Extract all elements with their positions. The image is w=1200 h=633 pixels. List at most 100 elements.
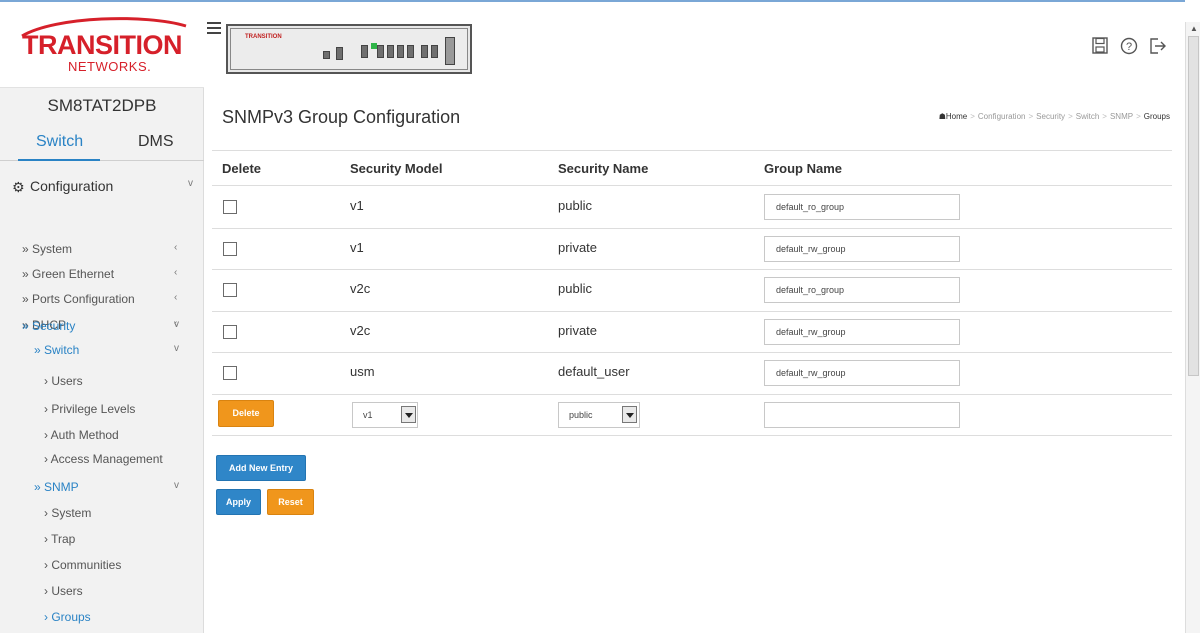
- group-name-input[interactable]: default_rw_group: [764, 318, 960, 345]
- sidebar-item-label: › Users: [44, 374, 83, 388]
- tab-switch[interactable]: Switch: [36, 133, 83, 151]
- sidebar-item-label: » Ports Configuration: [22, 292, 135, 306]
- device-port: [445, 37, 455, 65]
- group-name-input[interactable]: default_rw_group: [764, 235, 960, 262]
- apply-button[interactable]: Apply: [216, 489, 261, 515]
- security-name-cell: default_user: [558, 364, 630, 379]
- security-model-value: v1: [363, 410, 373, 420]
- logo-text: TRANSITION: [22, 30, 183, 60]
- row-divider: [212, 393, 1172, 395]
- page-title: SNMPv3 Group Configuration: [222, 107, 461, 127]
- tab-dms[interactable]: DMS: [138, 133, 174, 151]
- device-port: [431, 45, 438, 58]
- sidebar-item-label: › Users: [44, 584, 83, 598]
- breadcrumb-snmp[interactable]: SNMP: [1110, 112, 1133, 121]
- sidebar-item-label: › Communities: [44, 558, 122, 572]
- header-security-name: Security Name: [558, 161, 649, 176]
- scroll-up-icon[interactable]: ▲: [1190, 24, 1198, 33]
- chevron-icon: v: [188, 178, 193, 189]
- security-model-select[interactable]: v1: [352, 402, 418, 428]
- chevron-icon: ‹: [174, 292, 178, 303]
- home-icon: ☗: [938, 112, 946, 121]
- save-icon[interactable]: [1092, 37, 1108, 59]
- help-icon[interactable]: ?: [1120, 37, 1138, 60]
- device-port: [336, 47, 343, 60]
- breadcrumb-home[interactable]: Home: [946, 112, 967, 121]
- delete-checkbox[interactable]: [223, 200, 237, 214]
- device-port: [407, 45, 414, 58]
- sidebar-item-label: › Privilege Levels: [44, 402, 136, 416]
- logout-icon[interactable]: [1149, 37, 1167, 60]
- scrollbar-thumb[interactable]: [1188, 36, 1199, 376]
- device-port: [361, 45, 368, 58]
- new-group-name-input[interactable]: [764, 402, 960, 428]
- chevron-icon: ‹: [174, 267, 178, 278]
- sidebar-item-label: » Security: [22, 319, 76, 333]
- delete-checkbox[interactable]: [223, 366, 237, 380]
- security-model-cell: v1: [350, 198, 364, 213]
- device-port: [387, 45, 394, 58]
- chevron-icon: v: [174, 343, 179, 354]
- logo-subtext: NETWORKS.: [68, 59, 152, 74]
- row-divider: [212, 269, 1172, 270]
- chevron-icon: v: [174, 319, 179, 330]
- tab-active-indicator: [18, 159, 100, 161]
- svg-text:?: ?: [1126, 41, 1132, 53]
- delete-button[interactable]: Delete: [218, 400, 274, 427]
- delete-checkbox[interactable]: [223, 241, 237, 256]
- security-name-cell: private: [558, 239, 598, 255]
- sidebar-item-label: › Trap: [44, 532, 76, 546]
- row-divider: [212, 352, 1172, 353]
- device-port: [377, 45, 384, 58]
- add-new-entry-button[interactable]: Add New Entry: [216, 455, 306, 481]
- brand-logo[interactable]: TRANSITION NETWORKS.: [0, 2, 204, 88]
- security-name-cell: private: [558, 322, 598, 338]
- scrollbar[interactable]: [1185, 22, 1200, 633]
- breadcrumb-configuration[interactable]: Configuration: [978, 112, 1026, 121]
- chevron-icon: ‹: [174, 242, 178, 253]
- chevron-icon: v: [174, 480, 179, 491]
- device-port: [323, 51, 330, 59]
- device-model: SM8TAT2DPB: [47, 96, 157, 115]
- row-divider: [212, 310, 1172, 312]
- sidebar-item-label: » System: [22, 242, 73, 256]
- menu-toggle-icon[interactable]: [207, 22, 221, 37]
- sidebar-item-label: » Green Ethernet: [22, 267, 115, 281]
- gear-icon: ⚙: [12, 179, 25, 195]
- dropdown-arrow-icon: [622, 406, 637, 423]
- security-model-cell: v2c: [350, 281, 371, 296]
- security-name-cell: public: [558, 198, 592, 213]
- sidebar-item-label: » SNMP: [34, 480, 79, 494]
- header-security-model: Security Model: [350, 161, 443, 176]
- security-name-cell: public: [558, 281, 592, 296]
- breadcrumb-groups: Groups: [1143, 112, 1170, 121]
- breadcrumb-security[interactable]: Security: [1036, 112, 1065, 121]
- header-delete: Delete: [222, 161, 262, 176]
- security-name-value: public: [569, 410, 593, 420]
- device-port: [421, 45, 428, 58]
- row-divider: [212, 227, 1172, 229]
- security-model-cell: v1: [350, 239, 364, 255]
- sidebar-item-label: › System: [44, 506, 92, 520]
- security-name-select[interactable]: public: [558, 402, 640, 428]
- device-panel-image: TRANSITION: [226, 24, 472, 74]
- delete-checkbox[interactable]: [223, 283, 237, 297]
- dropdown-arrow-icon: [401, 406, 416, 423]
- sidebar-item-label: › Auth Method: [44, 428, 119, 442]
- security-model-cell: usm: [350, 364, 375, 379]
- reset-button[interactable]: Reset: [267, 489, 314, 515]
- breadcrumb-switch[interactable]: Switch: [1076, 112, 1100, 121]
- group-name-input[interactable]: default_ro_group: [764, 277, 960, 303]
- sidebar-item-label: › Groups: [44, 610, 91, 624]
- group-name-input[interactable]: default_ro_group: [764, 194, 960, 220]
- delete-checkbox[interactable]: [223, 324, 237, 339]
- sidebar-item-label: › Access Management: [44, 452, 163, 466]
- group-name-input[interactable]: default_rw_group: [764, 360, 960, 386]
- header-group-name: Group Name: [764, 161, 843, 176]
- sidebar: TRANSITION NETWORKS. SM8TAT2DPB Switch D…: [0, 2, 204, 633]
- sidebar-item-label: » Switch: [34, 343, 80, 357]
- device-port: [397, 45, 404, 58]
- security-model-cell: v2c: [350, 322, 371, 338]
- breadcrumb: ☗Home > Configuration > Security > Switch > SNMP…: [938, 112, 1170, 121]
- sidebar-item-label: Configuration: [30, 178, 114, 194]
